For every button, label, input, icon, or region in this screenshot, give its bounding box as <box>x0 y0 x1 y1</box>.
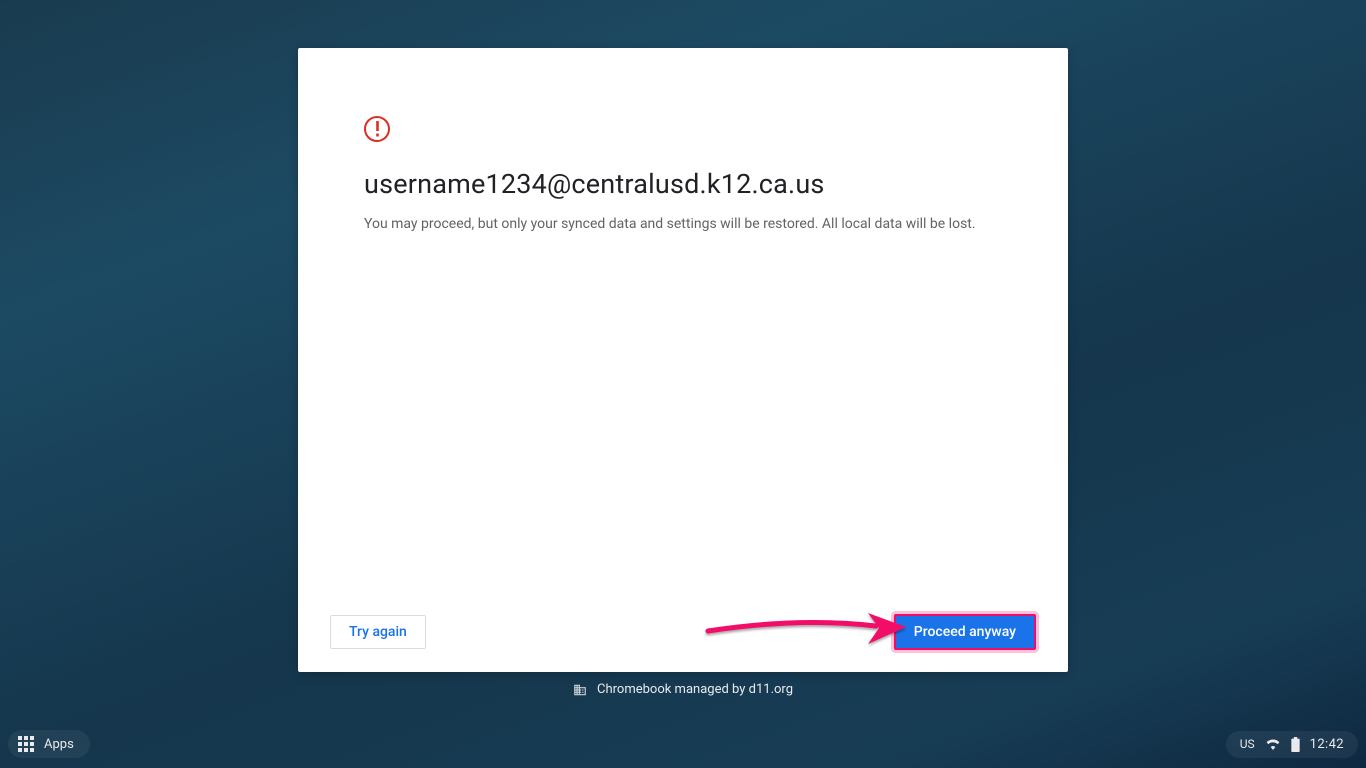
apps-grid-icon <box>18 736 34 752</box>
proceed-anyway-button[interactable]: Proceed anyway <box>894 614 1036 650</box>
warning-icon <box>364 116 390 142</box>
dialog-actions: Try again Proceed anyway <box>298 592 1068 672</box>
dialog-body-text: You may proceed, but only your synced da… <box>364 214 1002 234</box>
battery-icon <box>1291 737 1300 752</box>
status-tray[interactable]: US 12:42 <box>1226 731 1358 758</box>
clock: 12:42 <box>1310 737 1344 752</box>
dialog-email-title: username1234@centralusd.k12.ca.us <box>364 168 1002 200</box>
try-again-button[interactable]: Try again <box>330 615 426 649</box>
apps-launcher-label: Apps <box>44 737 74 752</box>
wifi-icon <box>1265 738 1281 750</box>
shelf: Apps US 12:42 <box>0 720 1366 768</box>
enterprise-icon <box>573 683 587 697</box>
dialog-content: username1234@centralusd.k12.ca.us You ma… <box>298 48 1068 592</box>
managed-device-bar: Chromebook managed by d11.org <box>0 682 1366 697</box>
apps-launcher-button[interactable]: Apps <box>8 730 90 758</box>
ime-indicator: US <box>1240 737 1255 751</box>
managed-device-text: Chromebook managed by d11.org <box>597 682 793 697</box>
signin-recovery-dialog: username1234@centralusd.k12.ca.us You ma… <box>298 48 1068 672</box>
